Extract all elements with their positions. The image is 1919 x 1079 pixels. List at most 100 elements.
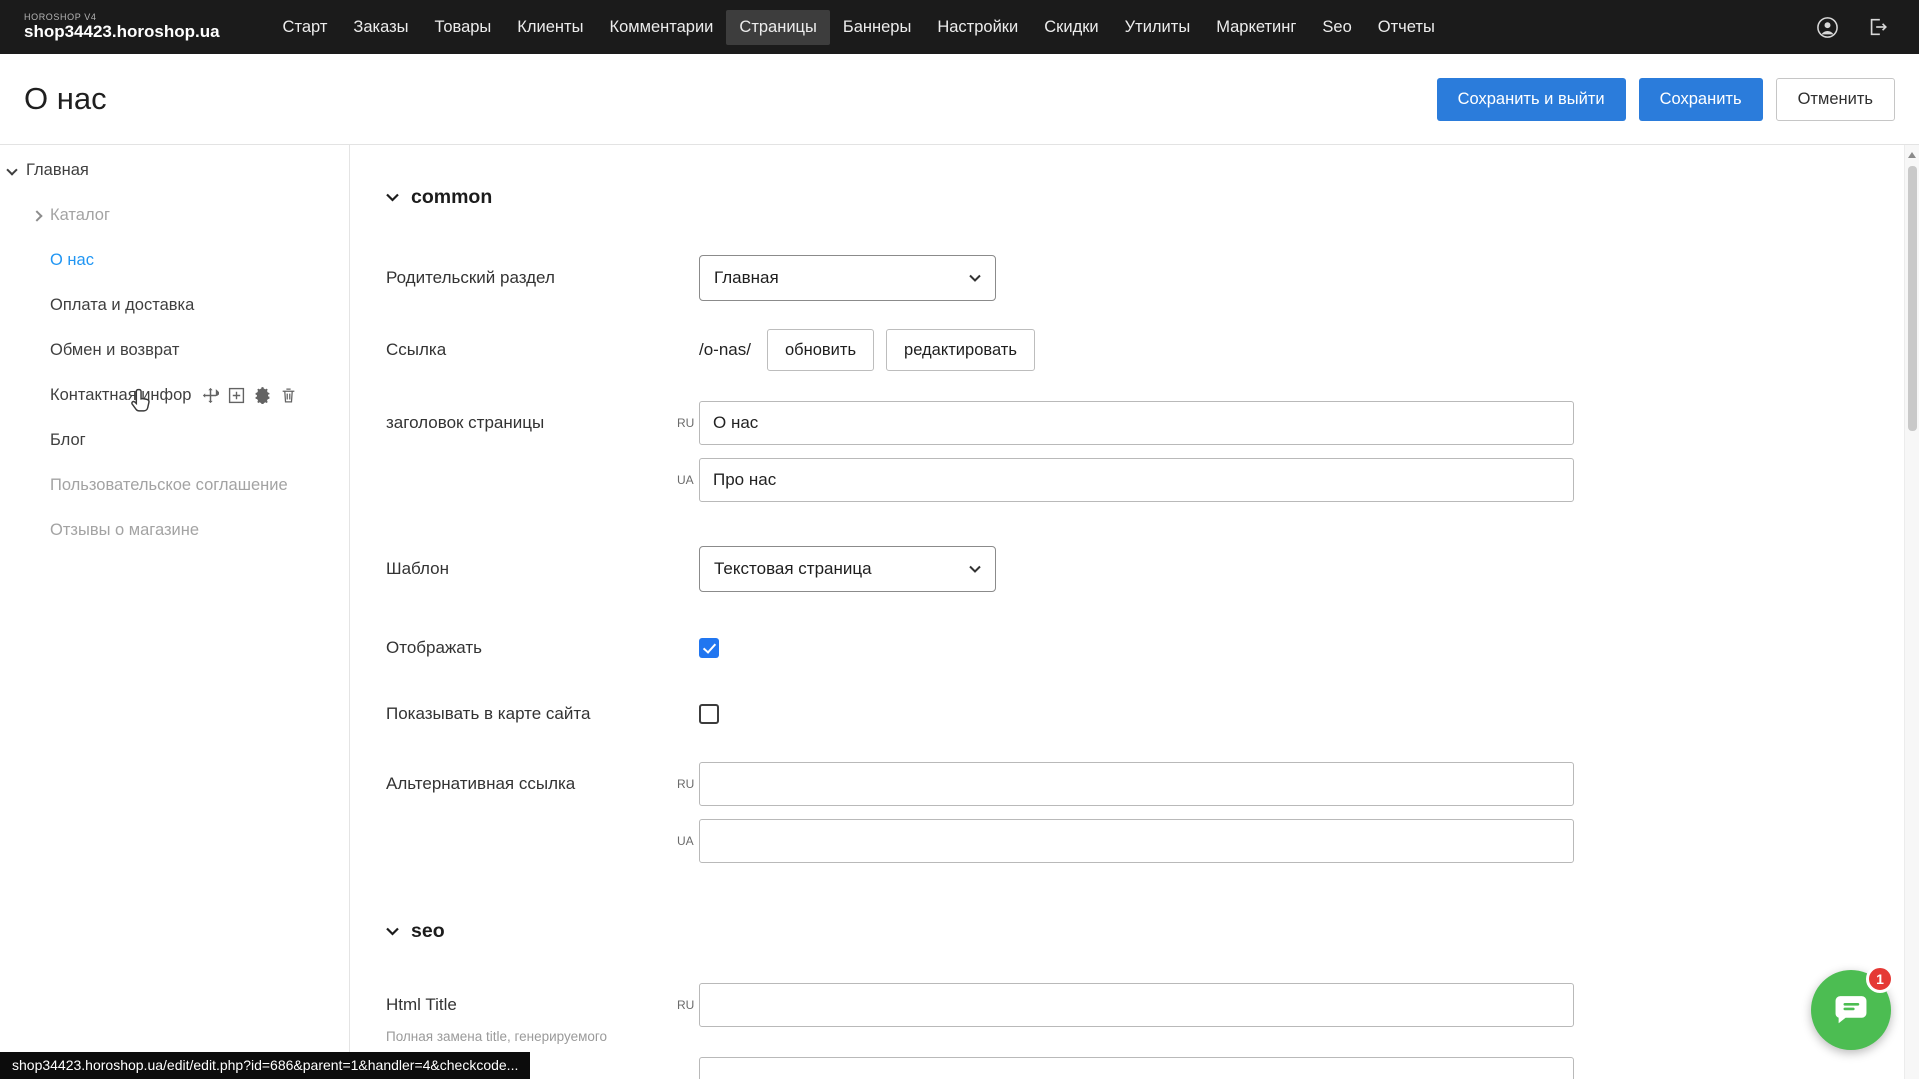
sidebar-item-label: О нас bbox=[50, 251, 94, 270]
parent-section-value: Главная bbox=[714, 268, 779, 288]
logo-domain-label: shop34423.horoshop.ua bbox=[24, 22, 220, 42]
sidebar-item-label: Блог bbox=[50, 431, 86, 450]
nav-item-utilities[interactable]: Утилиты bbox=[1112, 10, 1204, 45]
alt-link-ua-input[interactable] bbox=[699, 819, 1574, 863]
html-title-ru-input[interactable] bbox=[699, 983, 1574, 1027]
nav-item-pages[interactable]: Страницы bbox=[726, 10, 829, 45]
sidebar-item-label: Оплата и доставка bbox=[50, 296, 194, 315]
sidebar-item-polzovatelskoe-soglashenie[interactable]: Пользовательское соглашение bbox=[0, 463, 349, 508]
page-title-ua-input[interactable] bbox=[699, 458, 1574, 502]
add-page-icon[interactable] bbox=[228, 387, 245, 404]
nav-item-settings[interactable]: Настройки bbox=[924, 10, 1031, 45]
html-title-ua-input[interactable] bbox=[699, 1057, 1574, 1079]
page-header: О нас Сохранить и выйти Сохранить Отмени… bbox=[0, 54, 1919, 145]
chevron-down-icon[interactable] bbox=[6, 164, 17, 175]
nav-item-marketing[interactable]: Маркетинг bbox=[1203, 10, 1309, 45]
logo[interactable]: HOROSHOP V4 shop34423.horoshop.ua bbox=[0, 12, 220, 42]
chevron-down-icon bbox=[386, 193, 399, 202]
lang-ru-badge: RU bbox=[677, 777, 699, 791]
sidebar-item-label: Обмен и возврат bbox=[50, 341, 179, 360]
sidebar-item-katalog[interactable]: Каталог bbox=[0, 193, 349, 238]
link-label: Ссылка bbox=[386, 340, 677, 360]
section-common-title: common bbox=[411, 186, 492, 209]
link-path-text: /o-nas/ bbox=[699, 340, 751, 360]
update-link-button[interactable]: обновить bbox=[767, 329, 874, 371]
nav-item-reports[interactable]: Отчеты bbox=[1365, 10, 1448, 45]
display-checkbox[interactable] bbox=[699, 638, 719, 658]
nav-item-clients[interactable]: Клиенты bbox=[504, 10, 596, 45]
status-url: shop34423.horoshop.ua/edit/edit.php?id=6… bbox=[0, 1052, 530, 1079]
sidebar-item-label: Отзывы о магазине bbox=[50, 521, 199, 540]
sitemap-label: Показывать в карте сайта bbox=[386, 704, 677, 724]
logo-version-label: HOROSHOP V4 bbox=[24, 12, 220, 22]
top-navigation: Старт Заказы Товары Клиенты Комментарии … bbox=[270, 10, 1448, 45]
page-edit-form: common Родительский раздел Главная Ссылк… bbox=[350, 145, 1919, 1079]
sitemap-checkbox[interactable] bbox=[699, 704, 719, 724]
html-title-ua-row: UA bbox=[386, 1057, 1919, 1079]
sidebar-item-blog[interactable]: Блог bbox=[0, 418, 349, 463]
sidebar-item-kontaktnaya-informatsiya[interactable]: Контактная инфор bbox=[0, 373, 349, 418]
display-row: Отображать bbox=[386, 638, 1919, 658]
chat-badge: 1 bbox=[1866, 965, 1894, 993]
section-seo-header[interactable]: seo bbox=[386, 919, 1919, 943]
sidebar-item-label: Контактная инфор bbox=[50, 386, 191, 405]
tree-item-actions bbox=[202, 387, 297, 404]
nav-item-comments[interactable]: Комментарии bbox=[596, 10, 726, 45]
nav-item-discounts[interactable]: Скидки bbox=[1031, 10, 1111, 45]
chevron-right-icon[interactable] bbox=[31, 210, 42, 221]
template-select[interactable]: Текстовая страница bbox=[699, 546, 996, 592]
sidebar-item-o-nas[interactable]: О нас bbox=[0, 238, 349, 283]
delete-trash-icon[interactable] bbox=[280, 387, 297, 404]
sidebar-item-otzyvy-o-magazine[interactable]: Отзывы о магазине bbox=[0, 508, 349, 553]
sidebar-item-glavnaya[interactable]: Главная bbox=[0, 148, 349, 193]
parent-section-select[interactable]: Главная bbox=[699, 255, 996, 301]
settings-gear-icon[interactable] bbox=[254, 387, 271, 404]
link-row: Ссылка /o-nas/ обновить редактировать bbox=[386, 329, 1919, 371]
chat-widget: 1 bbox=[1811, 970, 1891, 1050]
nav-item-start[interactable]: Старт bbox=[270, 10, 341, 45]
scrollbar-thumb[interactable] bbox=[1908, 166, 1917, 431]
chat-bubble-icon bbox=[1832, 993, 1870, 1027]
parent-section-row: Родительский раздел Главная bbox=[386, 255, 1919, 301]
logout-icon[interactable] bbox=[1867, 16, 1889, 38]
section-seo-title: seo bbox=[411, 920, 445, 943]
sidebar-item-label: Главная bbox=[26, 161, 89, 180]
page-title-ru-input[interactable] bbox=[699, 401, 1574, 445]
nav-item-products[interactable]: Товары bbox=[422, 10, 505, 45]
workarea: Главная Каталог О нас Оплата и доставка … bbox=[0, 145, 1919, 1079]
page-title: О нас bbox=[24, 81, 107, 117]
account-icon[interactable] bbox=[1816, 16, 1839, 39]
header-actions: Сохранить и выйти Сохранить Отменить bbox=[1437, 78, 1895, 121]
nav-item-banners[interactable]: Баннеры bbox=[830, 10, 924, 45]
page-title-ru-row: заголовок страницы RU bbox=[386, 401, 1919, 445]
pages-tree-sidebar: Главная Каталог О нас Оплата и доставка … bbox=[0, 145, 350, 1079]
html-title-ru-row: Html Title Полная замена title, генериру… bbox=[386, 983, 1919, 1044]
save-button[interactable]: Сохранить bbox=[1639, 78, 1763, 121]
sidebar-item-label: Каталог bbox=[50, 206, 110, 225]
template-label: Шаблон bbox=[386, 559, 677, 579]
alt-link-ru-row: Альтернативная ссылка RU bbox=[386, 762, 1919, 806]
sidebar-item-label: Пользовательское соглашение bbox=[50, 476, 288, 495]
save-and-exit-button[interactable]: Сохранить и выйти bbox=[1437, 78, 1626, 121]
section-common-header[interactable]: common bbox=[386, 185, 1919, 209]
lang-ua-badge: UA bbox=[677, 834, 699, 848]
html-title-caption: Полная замена title, генерируемого bbox=[386, 1029, 677, 1044]
sidebar-item-obmen-i-vozvrat[interactable]: Обмен и возврат bbox=[0, 328, 349, 373]
sidebar-item-oplata-i-dostavka[interactable]: Оплата и доставка bbox=[0, 283, 349, 328]
scroll-up-arrow[interactable] bbox=[1908, 152, 1916, 158]
page-title-ua-row: UA bbox=[386, 458, 1919, 502]
parent-section-label: Родительский раздел bbox=[386, 268, 677, 288]
template-row: Шаблон Текстовая страница bbox=[386, 546, 1919, 592]
sitemap-row: Показывать в карте сайта bbox=[386, 704, 1919, 724]
edit-link-button[interactable]: редактировать bbox=[886, 329, 1035, 371]
topbar-actions bbox=[1816, 16, 1919, 39]
nav-item-orders[interactable]: Заказы bbox=[340, 10, 421, 45]
alt-link-ru-input[interactable] bbox=[699, 762, 1574, 806]
lang-ua-badge: UA bbox=[677, 473, 699, 487]
move-icon[interactable] bbox=[202, 387, 219, 404]
nav-item-seo[interactable]: Seo bbox=[1309, 10, 1364, 45]
cancel-button[interactable]: Отменить bbox=[1776, 78, 1895, 121]
scrollbar[interactable] bbox=[1904, 145, 1919, 1079]
template-value: Текстовая страница bbox=[714, 559, 872, 579]
html-title-label: Html Title bbox=[386, 995, 677, 1015]
